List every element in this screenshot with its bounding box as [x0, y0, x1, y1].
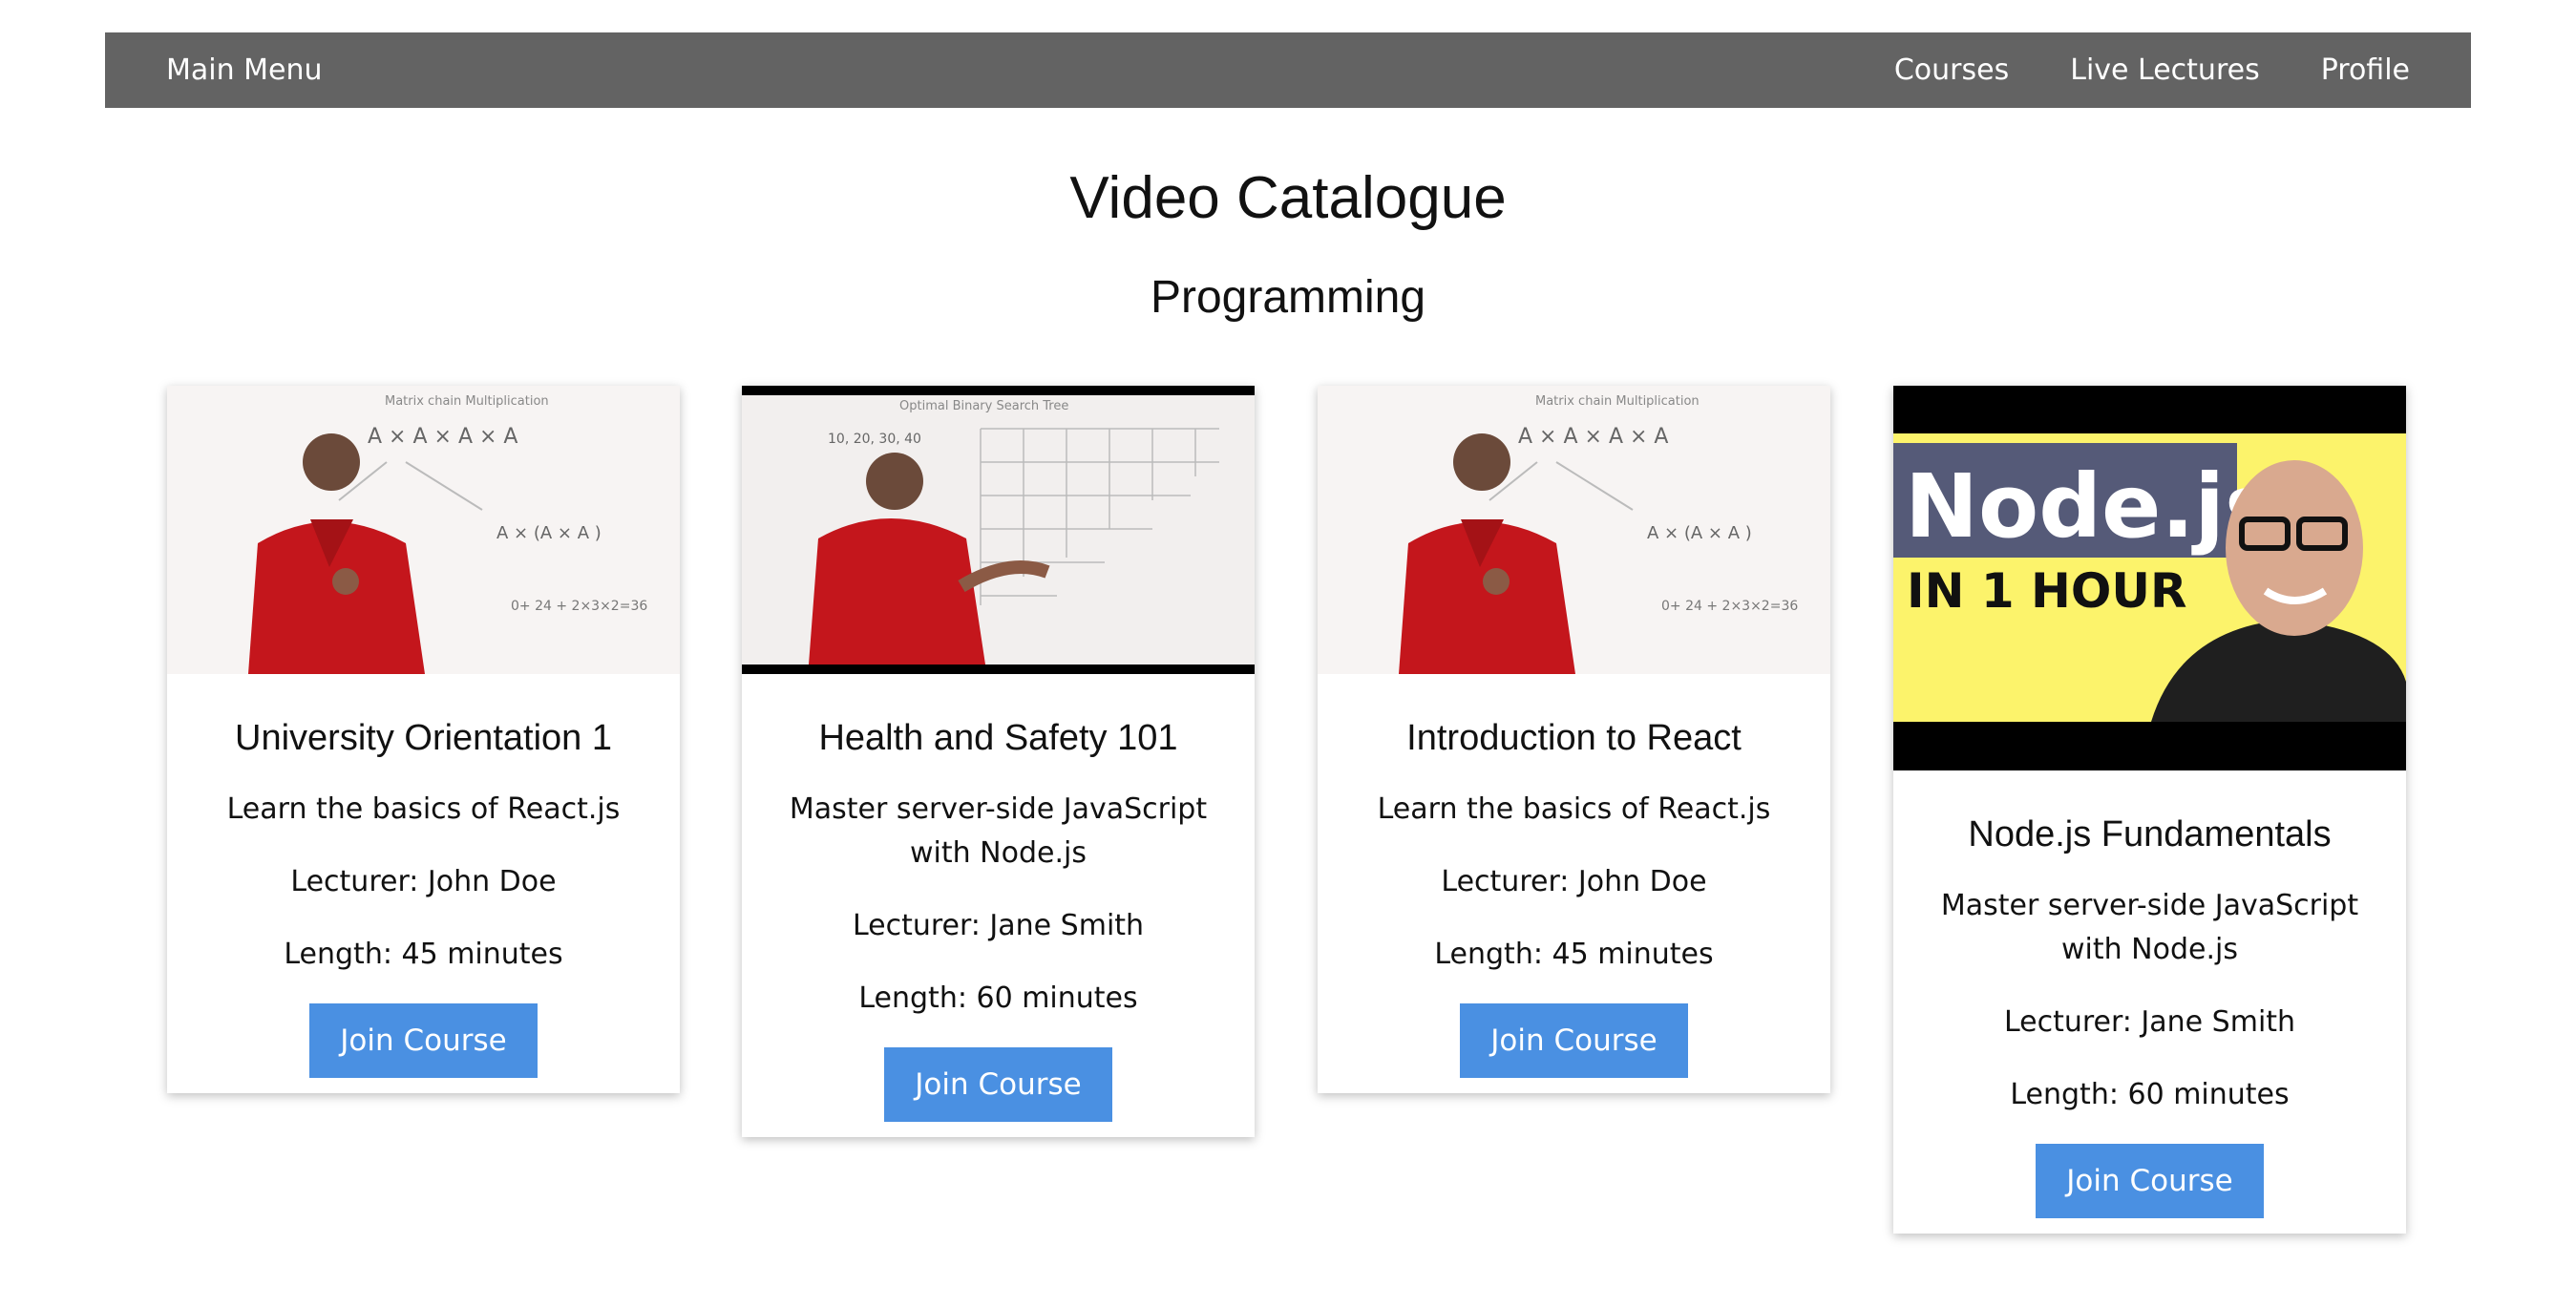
nav-main-menu[interactable]: Main Menu	[166, 53, 323, 87]
lecturer-whiteboard-image: Matrix chain Multiplication A × A × A × …	[167, 386, 680, 674]
section-title: Programming	[1150, 272, 1426, 323]
course-thumbnail[interactable]: Matrix chain Multiplication A × A × A × …	[1318, 386, 1830, 674]
lecturer-whiteboard-image: Matrix chain Multiplication A × A × A × …	[1318, 386, 1830, 674]
course-lecturer: Lecturer: Jane Smith	[852, 909, 1145, 942]
course-thumbnail[interactable]: Matrix chain Multiplication A × A × A × …	[167, 386, 680, 674]
course-lecturer: Lecturer: John Doe	[1441, 865, 1707, 898]
top-navbar: Main Menu Courses Live Lectures Profile	[105, 32, 2471, 108]
svg-text:0+ 24 + 2×3×2=36: 0+ 24 + 2×3×2=36	[1661, 599, 1798, 614]
join-course-button[interactable]: Join Course	[309, 1003, 538, 1078]
course-card: Matrix chain Multiplication A × A × A × …	[167, 386, 680, 1093]
svg-text:Matrix chain Multiplication: Matrix chain Multiplication	[385, 394, 549, 409]
svg-text:10, 20, 30, 40: 10, 20, 30, 40	[828, 432, 921, 447]
course-length: Length: 45 minutes	[284, 938, 563, 971]
course-description: Master server-side JavaScript with Node.…	[1940, 889, 2359, 966]
svg-text:A × A × A × A: A × A × A × A	[368, 425, 517, 449]
join-course-button[interactable]: Join Course	[2036, 1144, 2264, 1218]
course-thumbnail[interactable]: Optimal Binary Search Tree 10, 20, 30, 4…	[742, 386, 1255, 674]
course-card: Node.js IN 1 HOUR Node.js Fundamentals M…	[1893, 386, 2406, 1234]
join-course-button[interactable]: Join Course	[884, 1047, 1112, 1122]
course-title: Introduction to React	[1406, 718, 1742, 758]
svg-text:A × (A × A ): A × (A × A )	[496, 523, 602, 543]
nodejs-banner-title: Node.js	[1905, 455, 2277, 558]
nav-courses[interactable]: Courses	[1894, 53, 2009, 87]
nav-live-lectures[interactable]: Live Lectures	[2070, 53, 2259, 87]
lecturer-whiteboard-image: Optimal Binary Search Tree 10, 20, 30, 4…	[742, 386, 1255, 674]
course-description: Master server-side JavaScript with Node.…	[789, 792, 1208, 870]
svg-text:0+ 24 + 2×3×2=36: 0+ 24 + 2×3×2=36	[511, 599, 647, 614]
svg-text:Matrix chain Multiplication: Matrix chain Multiplication	[1535, 394, 1700, 409]
nodejs-banner-image: Node.js IN 1 HOUR	[1893, 386, 2406, 770]
course-title: Health and Safety 101	[818, 718, 1178, 758]
page-title: Video Catalogue	[1069, 165, 1507, 231]
nodejs-banner-subtitle: IN 1 HOUR	[1907, 563, 2187, 619]
join-course-button[interactable]: Join Course	[1460, 1003, 1688, 1078]
svg-text:Optimal Binary Search Tree: Optimal Binary Search Tree	[899, 399, 1068, 413]
course-lecturer: Lecturer: John Doe	[290, 865, 557, 898]
course-description: Learn the basics of React.js	[1377, 792, 1771, 826]
course-card: Matrix chain Multiplication A × A × A × …	[1318, 386, 1830, 1093]
course-description: Learn the basics of React.js	[226, 792, 621, 826]
course-title: Node.js Fundamentals	[1968, 814, 2332, 854]
course-length: Length: 60 minutes	[858, 981, 1138, 1015]
svg-text:A × A × A × A: A × A × A × A	[1518, 425, 1668, 449]
course-lecturer: Lecturer: Jane Smith	[2003, 1005, 2296, 1039]
course-thumbnail[interactable]: Node.js IN 1 HOUR	[1893, 386, 2406, 770]
course-card: Optimal Binary Search Tree 10, 20, 30, 4…	[742, 386, 1255, 1137]
course-length: Length: 60 minutes	[2010, 1078, 2290, 1111]
nav-profile[interactable]: Profile	[2321, 53, 2410, 87]
svg-text:A × (A × A ): A × (A × A )	[1647, 523, 1752, 543]
nav-links: Courses Live Lectures Profile	[1894, 53, 2410, 87]
course-title: University Orientation 1	[235, 718, 612, 758]
course-length: Length: 45 minutes	[1434, 938, 1714, 971]
